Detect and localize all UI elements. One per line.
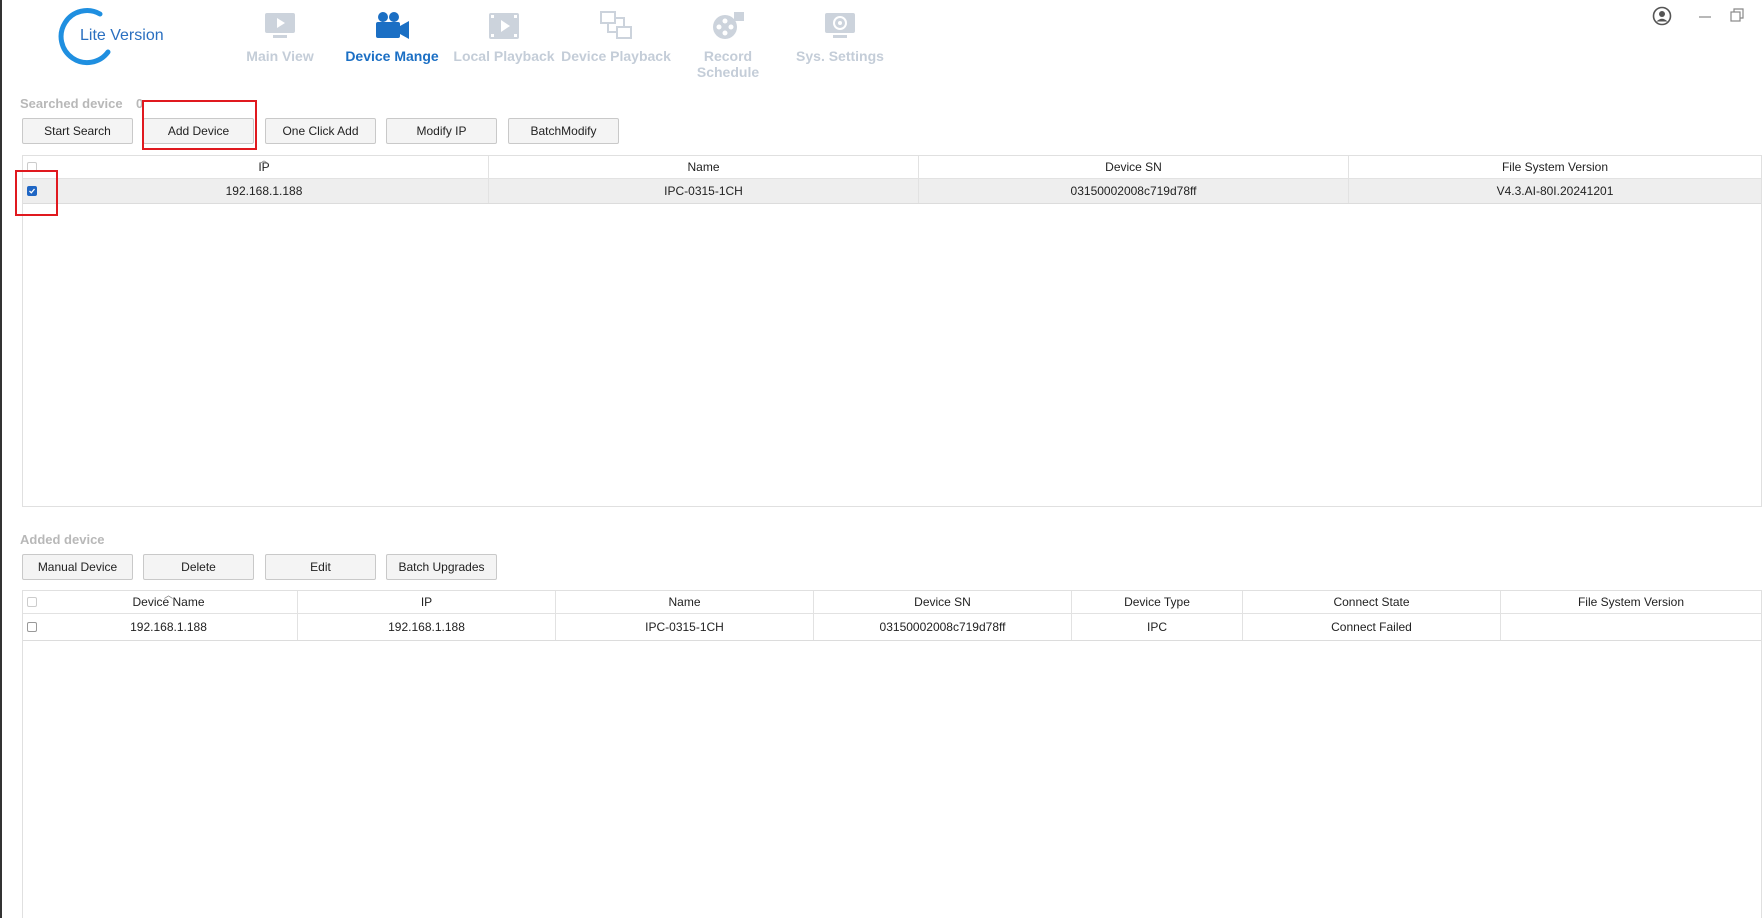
row-checkbox[interactable] xyxy=(26,186,37,196)
col-header-fs-version-label: File System Version xyxy=(1577,595,1685,609)
cell-ip: 192.168.1.188 xyxy=(298,614,556,640)
col-header-fs-version[interactable]: File System Version xyxy=(1501,591,1761,613)
cell-name: IPC-0315-1CH xyxy=(556,614,814,640)
main-nav: Main View Device Mange Local Playback De… xyxy=(224,8,896,80)
window-controls xyxy=(1652,6,1762,30)
col-header-ip[interactable]: IP xyxy=(298,591,556,613)
settings-monitor-icon xyxy=(784,8,896,44)
nav-local-playback-label: Local Playback xyxy=(453,48,555,64)
nav-main-view[interactable]: Main View xyxy=(224,8,336,80)
modify-ip-button[interactable]: Modify IP xyxy=(386,118,497,144)
row-checkbox-cell xyxy=(23,614,40,640)
col-header-name-label: Name xyxy=(687,160,720,174)
manual-device-button[interactable]: Manual Device xyxy=(22,554,133,580)
sort-caret-icon: ︿ xyxy=(163,590,173,600)
select-all-cell xyxy=(23,156,40,178)
row-checkbox[interactable] xyxy=(26,622,37,632)
row-checkbox-cell xyxy=(23,179,40,203)
table-row[interactable]: 192.168.1.188 192.168.1.188 IPC-0315-1CH… xyxy=(23,614,1761,641)
nav-record-schedule[interactable]: Record Schedule xyxy=(672,8,784,80)
cell-name: IPC-0315-1CH xyxy=(489,179,919,203)
cell-device-sn: 03150002008c719d78ff xyxy=(919,179,1349,203)
col-header-name[interactable]: Name xyxy=(556,591,814,613)
check-icon xyxy=(28,188,35,194)
col-header-ip[interactable]: ︿ IP xyxy=(40,155,489,178)
col-header-device-sn-label: Device SN xyxy=(914,595,971,609)
col-header-device-name[interactable]: ︿ Device Name xyxy=(40,590,298,613)
nav-record-schedule-label: Record Schedule xyxy=(696,48,760,80)
col-header-device-sn-label: Device SN xyxy=(1105,160,1162,174)
col-header-ip-label: IP xyxy=(420,595,433,609)
cell-device-sn: 03150002008c719d78ff xyxy=(814,614,1072,640)
select-all-checkbox[interactable] xyxy=(26,597,37,607)
col-header-name[interactable]: Name xyxy=(489,156,919,178)
cell-fs-version: V4.3.AI-80I.20241201 xyxy=(1496,184,1614,198)
batch-upgrades-button[interactable]: Batch Upgrades xyxy=(386,554,497,580)
start-search-button[interactable]: Start Search xyxy=(22,118,133,144)
sort-caret-icon: ︿ xyxy=(259,155,269,165)
add-device-button[interactable]: Add Device xyxy=(143,118,254,144)
app-logo: Lite Version xyxy=(56,6,176,66)
cell-fs-version xyxy=(1501,614,1761,640)
monitor-play-icon xyxy=(224,8,336,44)
cell-device-type: IPC xyxy=(1072,614,1243,640)
film-play-icon xyxy=(448,8,560,44)
searched-device-label: Searched device xyxy=(20,96,123,111)
nav-sys-settings[interactable]: Sys. Settings xyxy=(784,8,896,80)
minimize-icon[interactable] xyxy=(1698,10,1712,29)
logo-text: Lite Version xyxy=(80,27,164,44)
edit-button[interactable]: Edit xyxy=(265,554,376,580)
added-device-label: Added device xyxy=(20,532,105,547)
batch-modify-button[interactable]: BatchModify xyxy=(508,118,619,144)
col-header-name-label: Name xyxy=(668,595,701,609)
nav-device-manage[interactable]: Device Mange xyxy=(336,8,448,80)
added-device-table: ︿ Device Name IP Name Device SN Device T… xyxy=(22,590,1762,918)
searched-device-count: 0 xyxy=(136,96,144,111)
col-header-connect-state[interactable]: Connect State xyxy=(1243,591,1501,613)
cell-device-name: 192.168.1.188 xyxy=(40,614,298,640)
col-header-fs-version[interactable]: File System Version xyxy=(1349,156,1761,178)
nav-device-manage-label: Device Mange xyxy=(345,48,439,64)
cell-ip: 192.168.1.188 xyxy=(40,179,489,203)
restore-icon[interactable] xyxy=(1730,8,1744,27)
one-click-add-button[interactable]: One Click Add xyxy=(265,118,376,144)
nav-main-view-label: Main View xyxy=(246,48,314,64)
nav-device-playback-label: Device Playback xyxy=(561,48,671,64)
nav-sys-settings-label: Sys. Settings xyxy=(796,48,884,64)
col-header-device-type[interactable]: Device Type xyxy=(1072,591,1243,613)
col-header-device-type-label: Device Type xyxy=(1124,595,1190,609)
film-reel-icon xyxy=(672,8,784,44)
select-all-checkbox[interactable] xyxy=(26,162,37,172)
user-icon[interactable] xyxy=(1652,6,1672,31)
col-header-fs-version-label: File System Version xyxy=(1501,160,1609,174)
cell-connect-state: Connect Failed xyxy=(1243,614,1501,640)
delete-button[interactable]: Delete xyxy=(143,554,254,580)
added-table-header: ︿ Device Name IP Name Device SN Device T… xyxy=(23,590,1761,614)
nav-device-playback[interactable]: Device Playback xyxy=(560,8,672,80)
select-all-cell xyxy=(23,591,40,613)
searched-device-table: ︿ IP Name Device SN File System Version … xyxy=(22,155,1762,507)
table-row[interactable]: 192.168.1.188 IPC-0315-1CH 03150002008c7… xyxy=(23,179,1761,204)
nav-local-playback[interactable]: Local Playback xyxy=(448,8,560,80)
video-camera-icon xyxy=(336,8,448,44)
searched-table-header: ︿ IP Name Device SN File System Version xyxy=(23,155,1761,179)
col-header-device-sn[interactable]: Device SN xyxy=(814,591,1072,613)
col-header-connect-state-label: Connect State xyxy=(1333,595,1410,609)
col-header-device-sn[interactable]: Device SN xyxy=(919,156,1349,178)
devices-icon xyxy=(560,8,672,44)
